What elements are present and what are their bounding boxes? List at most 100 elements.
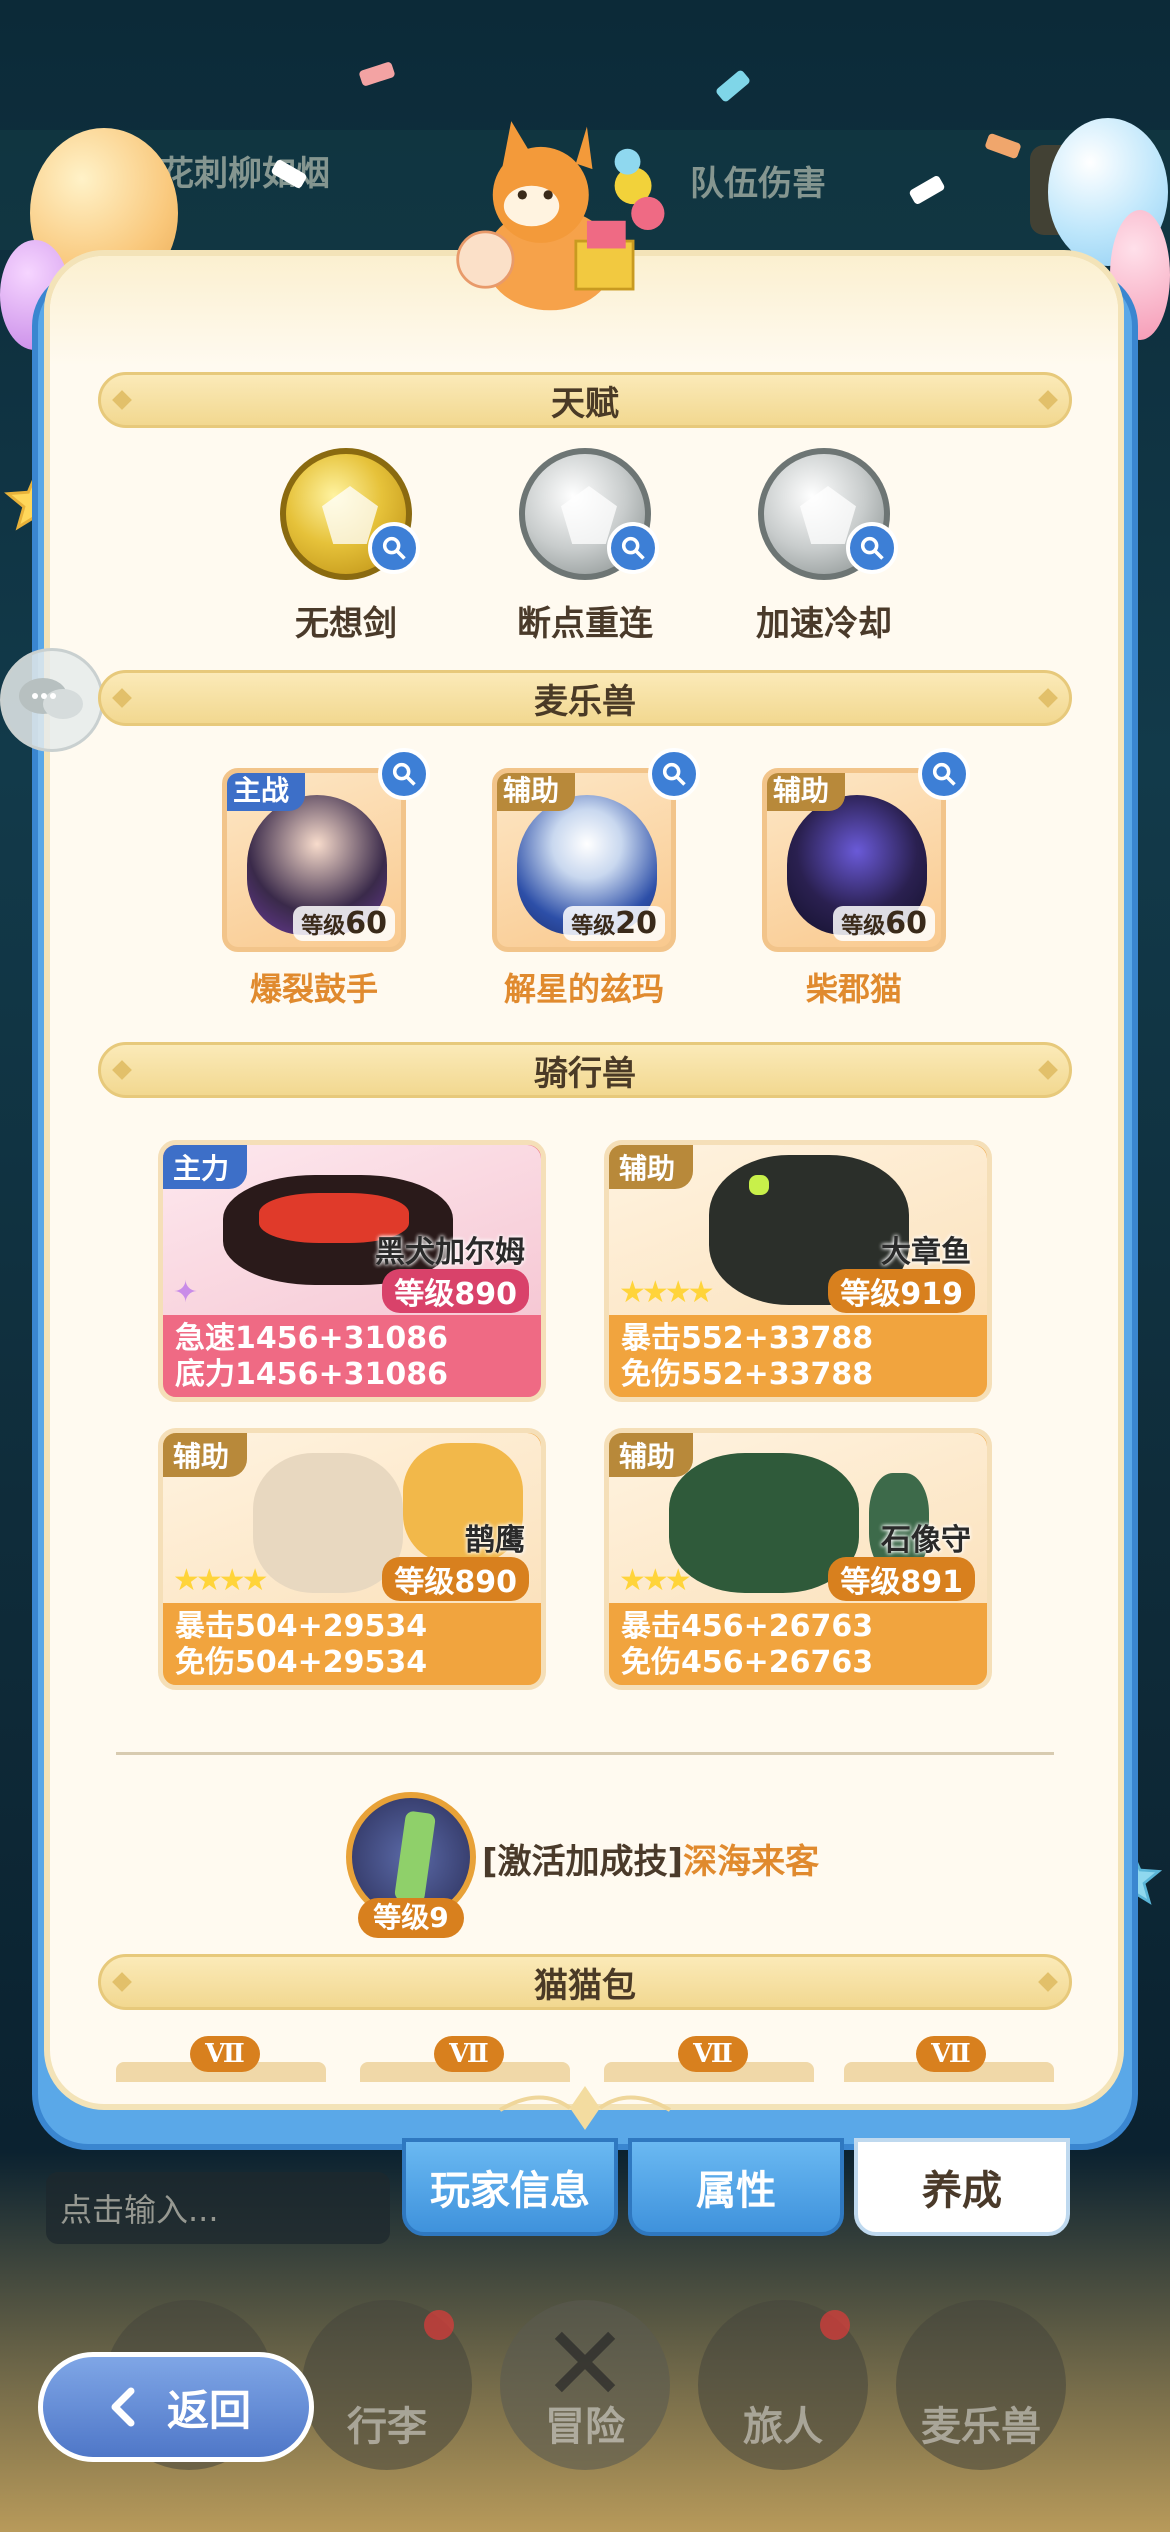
mount-eagle-icon bbox=[253, 1453, 403, 1593]
talent-badge[interactable] bbox=[758, 448, 898, 580]
pet-name: 解星的兹玛 bbox=[503, 970, 664, 1008]
notification-dot bbox=[424, 2310, 454, 2340]
pet-level-prefix: 等级 bbox=[841, 914, 886, 939]
search-icon[interactable] bbox=[648, 748, 700, 800]
mount-name: 大章鱼 bbox=[881, 1235, 971, 1270]
pet-card[interactable]: 主战 等级60 爆裂鼓手 bbox=[204, 748, 430, 1010]
tab-develop[interactable]: 养成 bbox=[854, 2138, 1070, 2236]
search-icon[interactable] bbox=[378, 748, 430, 800]
nav-item-adventure[interactable]: 冒险 bbox=[500, 2300, 670, 2470]
talent-badge[interactable] bbox=[519, 448, 659, 580]
mount-stat: 免伤552+33788 bbox=[621, 1357, 874, 1392]
notification-dot bbox=[820, 2310, 850, 2340]
back-arrow-icon bbox=[111, 2387, 135, 2427]
mount-name: 石像守 bbox=[881, 1523, 971, 1558]
mount-stat: 急速1456+31086 bbox=[175, 1321, 449, 1356]
bonus-skill-level: 等级9 bbox=[358, 1898, 464, 1938]
bg-team-damage-label: 队伍伤害 bbox=[690, 164, 826, 204]
mount-stat: 底力1456+31086 bbox=[175, 1357, 449, 1392]
mount-stats: 暴击456+26763 免伤456+26763 bbox=[621, 1609, 873, 1681]
bag-rank-badge: Ⅶ bbox=[916, 2036, 986, 2072]
mount-card[interactable]: 辅助 ★★★★ 鹊鹰 等级890 暴击504+29534 免伤504+29534 bbox=[158, 1428, 546, 1690]
mount-stat: 暴击504+29534 bbox=[175, 1609, 428, 1644]
pet-level-prefix: 等级 bbox=[301, 914, 346, 939]
mount-name: 黑犬加尔姆 bbox=[375, 1235, 525, 1270]
fox-mascot-icon bbox=[456, 121, 665, 311]
section-divider bbox=[116, 1752, 1054, 1755]
nav-item-traveler[interactable]: 旅人 bbox=[698, 2300, 868, 2470]
mount-role-badge: 辅助 bbox=[609, 1433, 694, 1477]
search-icon[interactable] bbox=[368, 522, 420, 574]
panel-bottom-ornament-icon bbox=[498, 2086, 672, 2130]
pet-role-badge: 主战 bbox=[227, 773, 306, 811]
mount-stats: 急速1456+31086 底力1456+31086 bbox=[175, 1321, 448, 1393]
mount-stat: 免伤456+26763 bbox=[621, 1645, 874, 1680]
pet-card[interactable]: 辅助 等级60 柴郡猫 bbox=[744, 748, 970, 1010]
mount-card[interactable]: 主力 ✦ 黑犬加尔姆 等级890 急速1456+31086 底力1456+310… bbox=[158, 1140, 546, 1402]
mount-glow-detail bbox=[749, 1175, 769, 1195]
pet-level-value: 20 bbox=[615, 906, 657, 941]
chat-icon bbox=[19, 678, 83, 719]
mount-card[interactable]: 辅助 ★★★ 石像守 等级891 暴击456+26763 免伤456+26763 bbox=[604, 1428, 992, 1690]
bonus-skill-text: [激活加成技]深海来客 bbox=[482, 1834, 819, 1883]
talent-name: 无想剑 bbox=[295, 604, 397, 644]
nav-item-luggage[interactable]: 行李 bbox=[302, 2300, 472, 2470]
crossed-swords-icon bbox=[554, 2331, 616, 2393]
tab-attributes[interactable]: 属性 bbox=[628, 2138, 844, 2236]
bag-rank-badge: Ⅶ bbox=[434, 2036, 504, 2072]
mount-level: 等级919 bbox=[828, 1269, 975, 1313]
mount-level: 等级891 bbox=[828, 1557, 975, 1601]
talent-item[interactable]: 断点重连 bbox=[485, 448, 685, 645]
section-header-bag: 猫猫包 bbox=[98, 1954, 1072, 2010]
section-header-talent: 天赋 bbox=[98, 372, 1072, 428]
search-icon[interactable] bbox=[918, 748, 970, 800]
mount-role-badge: 辅助 bbox=[609, 1145, 694, 1189]
sword-emblem-icon bbox=[322, 486, 378, 544]
mount-card[interactable]: 辅助 ★★★★ 大章鱼 等级919 暴击552+33788 免伤552+3378… bbox=[604, 1140, 992, 1402]
nav-label: 旅人 bbox=[743, 2404, 823, 2450]
pet-level: 等级60 bbox=[293, 906, 395, 941]
mount-role-badge: 主力 bbox=[163, 1145, 248, 1189]
mount-stars: ★★★ bbox=[619, 1563, 692, 1598]
section-header-mounts: 骑行兽 bbox=[98, 1042, 1072, 1098]
mount-role-badge: 辅助 bbox=[163, 1433, 248, 1477]
bg-player-name: 花刺柳如烟 bbox=[160, 154, 330, 194]
section-header-pets: 麦乐兽 bbox=[98, 670, 1072, 726]
mount-stars: ✦ bbox=[173, 1275, 198, 1310]
bag-items-row: Ⅶ Ⅶ Ⅶ Ⅶ bbox=[116, 2036, 1054, 2082]
pet-level: 等级60 bbox=[833, 906, 935, 941]
nav-item-pets[interactable]: 麦乐兽 bbox=[896, 2300, 1066, 2470]
pet-level-value: 60 bbox=[885, 906, 927, 941]
nav-label: 麦乐兽 bbox=[921, 2404, 1041, 2450]
talent-item[interactable]: 无想剑 bbox=[246, 448, 446, 645]
shield-emblem-icon bbox=[561, 486, 617, 544]
search-icon[interactable] bbox=[846, 522, 898, 574]
pet-portrait[interactable]: 主战 等级60 bbox=[222, 768, 406, 952]
search-icon[interactable] bbox=[607, 522, 659, 574]
back-button[interactable]: 返回 bbox=[38, 2352, 314, 2462]
pet-role-badge: 辅助 bbox=[497, 773, 576, 811]
pet-card[interactable]: 辅助 等级20 解星的兹玛 bbox=[474, 748, 700, 1010]
pet-name: 爆裂鼓手 bbox=[249, 970, 378, 1008]
pet-level: 等级20 bbox=[563, 906, 665, 941]
nav-label: 冒险 bbox=[545, 2404, 625, 2450]
pet-portrait[interactable]: 辅助 等级20 bbox=[492, 768, 676, 952]
talent-badge[interactable] bbox=[280, 448, 420, 580]
tab-player-info[interactable]: 玩家信息 bbox=[402, 2138, 618, 2236]
talent-item[interactable]: 加速冷却 bbox=[724, 448, 924, 645]
pet-level-value: 60 bbox=[345, 906, 387, 941]
chat-input[interactable]: 点击输入... bbox=[46, 2172, 390, 2244]
bonus-skill-prefix: [激活加成技] bbox=[482, 1842, 684, 1882]
pet-portrait[interactable]: 辅助 等级60 bbox=[762, 768, 946, 952]
bag-rank-badge: Ⅶ bbox=[678, 2036, 748, 2072]
bag-rank-badge: Ⅶ bbox=[190, 2036, 260, 2072]
mount-stats: 暴击504+29534 免伤504+29534 bbox=[175, 1609, 427, 1681]
pet-role-badge: 辅助 bbox=[767, 773, 846, 811]
back-button-label: 返回 bbox=[166, 2385, 251, 2435]
talent-name: 断点重连 bbox=[517, 604, 653, 644]
nav-label: 行李 bbox=[347, 2404, 427, 2450]
chat-bubble-button[interactable] bbox=[0, 648, 104, 752]
pet-level-prefix: 等级 bbox=[571, 914, 616, 939]
mount-stars: ★★★★ bbox=[619, 1275, 715, 1310]
mount-level: 等级890 bbox=[382, 1557, 529, 1601]
